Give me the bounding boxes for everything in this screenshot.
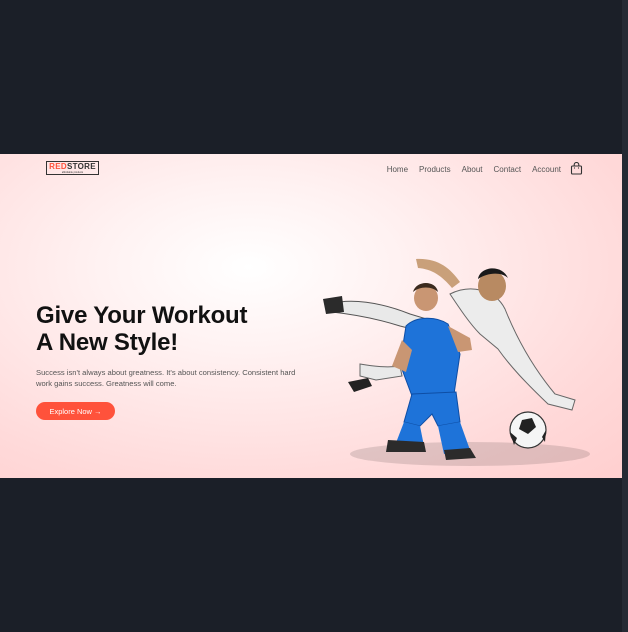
soccer-players-image <box>323 258 590 466</box>
nav-link-about[interactable]: About <box>462 165 483 174</box>
navbar: REDSTORE affordable products Home Produc… <box>0 154 622 188</box>
store-page: REDSTORE affordable products Home Produc… <box>0 154 622 478</box>
hero-title-line-1: Give Your Workout <box>36 302 248 329</box>
explore-now-button[interactable]: Explore Now → <box>36 402 115 420</box>
window-scrollbar[interactable] <box>622 0 628 632</box>
logo-red-text: RED <box>49 161 67 171</box>
hero-title-line-2: A New Style! <box>36 329 179 356</box>
logo-tagline: affordable products <box>61 170 84 174</box>
logo[interactable]: REDSTORE affordable products <box>46 161 99 175</box>
cart-button[interactable] <box>570 161 583 175</box>
nav-menu: Home Products About Contact Account <box>387 165 561 174</box>
hero-description: Success isn't always about greatness. It… <box>36 368 296 388</box>
hero-text: Give Your Workout A New Style! Success i… <box>36 302 306 389</box>
nav-link-home[interactable]: Home <box>387 165 408 174</box>
nav-link-contact[interactable]: Contact <box>494 165 522 174</box>
hero-title: Give Your Workout A New Style! <box>36 302 306 356</box>
nav-link-products[interactable]: Products <box>419 165 451 174</box>
nav-link-account[interactable]: Account <box>532 165 561 174</box>
logo-store-text: STORE <box>66 161 96 171</box>
logo-wordmark: REDSTORE <box>49 161 96 171</box>
shopping-bag-icon <box>570 161 583 175</box>
